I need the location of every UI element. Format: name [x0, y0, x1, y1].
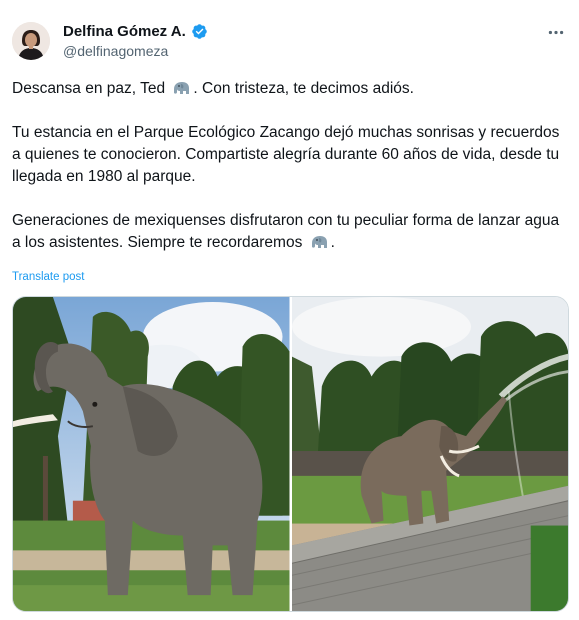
author-name[interactable]: Delfina Gómez A. — [63, 23, 186, 40]
elephant-emoji-icon — [309, 234, 329, 250]
more-options-icon[interactable] — [545, 24, 567, 40]
tweet-media — [12, 296, 569, 612]
tweet-text-segment: . Con tristeza, te decimos adiós. — [193, 80, 414, 97]
tweet-paragraph-1: Descansa en paz, Ted . Con tristeza, te … — [12, 78, 572, 100]
author-block: Delfina Gómez A. @delfinagomeza — [63, 23, 208, 59]
tweet-header: Delfina Gómez A. @delfinagomeza — [12, 22, 567, 66]
tweet-text-segment: . — [330, 234, 335, 251]
author-handle[interactable]: @delfinagomeza — [63, 43, 208, 59]
verified-badge-icon — [191, 23, 208, 40]
avatar[interactable] — [12, 22, 50, 60]
tweet-text-segment: Descansa en paz, Ted — [12, 80, 166, 97]
tweet-paragraph-3: Generaciones de mexiquenses disfrutaron … — [12, 210, 572, 254]
tweet-paragraph-2: Tu estancia en el Parque Ecológico Zacan… — [12, 124, 560, 185]
elephant-emoji-icon — [171, 80, 191, 96]
photo-elephant-spraying-water[interactable] — [291, 297, 568, 611]
tweet-text-segment: Generaciones de mexiquenses disfrutaron … — [12, 212, 560, 251]
photo-elephant-trunk-raised[interactable] — [13, 297, 290, 611]
tweet-text: Descansa en paz, Ted . Con tristeza, te … — [12, 78, 572, 254]
translate-post-link[interactable]: Translate post — [12, 271, 84, 283]
